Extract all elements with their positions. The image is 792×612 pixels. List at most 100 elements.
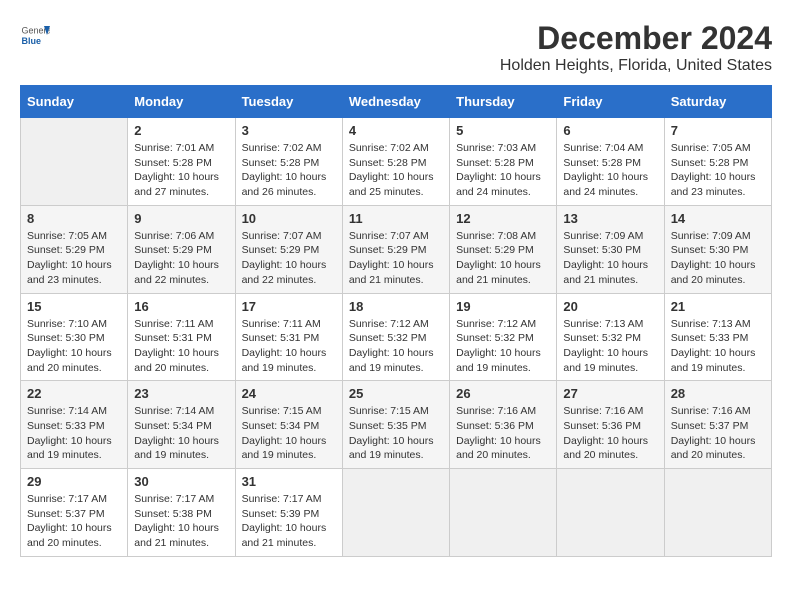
day-cell-11: 11 Sunrise: 7:07 AMSunset: 5:29 PMDayligh… [342,205,449,293]
day-cell-12: 12 Sunrise: 7:08 AMSunset: 5:29 PMDayligh… [450,205,557,293]
day-number: 14 [671,211,765,226]
day-info: Sunrise: 7:17 AMSunset: 5:37 PMDaylight:… [27,492,121,551]
day-info: Sunrise: 7:14 AMSunset: 5:34 PMDaylight:… [134,404,228,463]
day-cell-4: 4Sunrise: 7:02 AMSunset: 5:28 PMDaylight… [342,118,449,206]
title-block: December 2024 Holden Heights, Florida, U… [500,20,772,75]
day-info: Sunrise: 7:02 AMSunset: 5:28 PMDaylight:… [242,141,336,200]
day-cell-17: 17 Sunrise: 7:11 AMSunset: 5:31 PMDayligh… [235,293,342,381]
day-number: 15 [27,299,121,314]
day-number: 5 [456,123,550,138]
day-number: 29 [27,474,121,489]
day-info: Sunrise: 7:15 AMSunset: 5:35 PMDaylight:… [349,404,443,463]
day-info: Sunrise: 7:07 AMSunset: 5:29 PMDaylight:… [349,229,443,288]
day-number: 6 [563,123,657,138]
day-info: Sunrise: 7:09 AMSunset: 5:30 PMDaylight:… [563,229,657,288]
day-cell-14: 14 Sunrise: 7:09 AMSunset: 5:30 PMDayligh… [664,205,771,293]
day-number: 26 [456,386,550,401]
day-info: Sunrise: 7:13 AMSunset: 5:33 PMDaylight:… [671,317,765,376]
day-number: 10 [242,211,336,226]
day-cell-8: 8 Sunrise: 7:05 AMSunset: 5:29 PMDaylight… [21,205,128,293]
empty-cell [557,469,664,557]
day-info: Sunrise: 7:14 AMSunset: 5:33 PMDaylight:… [27,404,121,463]
day-info: Sunrise: 7:09 AMSunset: 5:30 PMDaylight:… [671,229,765,288]
calendar-week-2: 8 Sunrise: 7:05 AMSunset: 5:29 PMDaylight… [21,205,772,293]
day-info: Sunrise: 7:05 AMSunset: 5:28 PMDaylight:… [671,141,765,200]
day-cell-28: 28Sunrise: 7:16 AMSunset: 5:37 PMDayligh… [664,381,771,469]
day-number: 7 [671,123,765,138]
day-info: Sunrise: 7:07 AMSunset: 5:29 PMDaylight:… [242,229,336,288]
calendar-table: SundayMondayTuesdayWednesdayThursdayFrid… [20,85,772,557]
column-header-tuesday: Tuesday [235,86,342,118]
day-number: 25 [349,386,443,401]
day-cell-29: 29 Sunrise: 7:17 AMSunset: 5:37 PMDayligh… [21,469,128,557]
column-header-saturday: Saturday [664,86,771,118]
day-cell-7: 7 Sunrise: 7:05 AMSunset: 5:28 PMDaylight… [664,118,771,206]
calendar-header-row: SundayMondayTuesdayWednesdayThursdayFrid… [21,86,772,118]
calendar-week-4: 22 Sunrise: 7:14 AMSunset: 5:33 PMDayligh… [21,381,772,469]
day-number: 24 [242,386,336,401]
day-cell-15: 15Sunrise: 7:10 AMSunset: 5:30 PMDayligh… [21,293,128,381]
day-number: 8 [27,211,121,226]
day-info: Sunrise: 7:16 AMSunset: 5:36 PMDaylight:… [456,404,550,463]
day-cell-19: 19Sunrise: 7:12 AMSunset: 5:32 PMDayligh… [450,293,557,381]
day-info: Sunrise: 7:01 AMSunset: 5:28 PMDaylight:… [134,141,228,200]
day-cell-10: 10 Sunrise: 7:07 AMSunset: 5:29 PMDayligh… [235,205,342,293]
calendar-week-1: 2 Sunrise: 7:01 AMSunset: 5:28 PMDaylight… [21,118,772,206]
calendar-week-3: 15Sunrise: 7:10 AMSunset: 5:30 PMDayligh… [21,293,772,381]
day-cell-24: 24 Sunrise: 7:15 AMSunset: 5:34 PMDayligh… [235,381,342,469]
column-header-friday: Friday [557,86,664,118]
day-number: 19 [456,299,550,314]
day-info: Sunrise: 7:16 AMSunset: 5:37 PMDaylight:… [671,404,765,463]
empty-cell [342,469,449,557]
location: Holden Heights, Florida, United States [500,57,772,75]
day-number: 3 [242,123,336,138]
day-number: 12 [456,211,550,226]
day-number: 20 [563,299,657,314]
day-cell-5: 5 Sunrise: 7:03 AMSunset: 5:28 PMDaylight… [450,118,557,206]
column-header-monday: Monday [128,86,235,118]
day-number: 13 [563,211,657,226]
day-info: Sunrise: 7:11 AMSunset: 5:31 PMDaylight:… [134,317,228,376]
empty-cell [21,118,128,206]
day-number: 21 [671,299,765,314]
day-cell-22: 22 Sunrise: 7:14 AMSunset: 5:33 PMDayligh… [21,381,128,469]
svg-text:Blue: Blue [22,36,42,46]
day-info: Sunrise: 7:17 AMSunset: 5:38 PMDaylight:… [134,492,228,551]
day-info: Sunrise: 7:08 AMSunset: 5:29 PMDaylight:… [456,229,550,288]
day-cell-21: 21 Sunrise: 7:13 AMSunset: 5:33 PMDayligh… [664,293,771,381]
page-header: General Blue December 2024 Holden Height… [20,20,772,75]
day-number: 17 [242,299,336,314]
day-cell-23: 23 Sunrise: 7:14 AMSunset: 5:34 PMDayligh… [128,381,235,469]
column-header-wednesday: Wednesday [342,86,449,118]
day-info: Sunrise: 7:11 AMSunset: 5:31 PMDaylight:… [242,317,336,376]
day-info: Sunrise: 7:05 AMSunset: 5:29 PMDaylight:… [27,229,121,288]
day-cell-30: 30 Sunrise: 7:17 AMSunset: 5:38 PMDayligh… [128,469,235,557]
logo: General Blue [20,20,50,50]
day-cell-16: 16 Sunrise: 7:11 AMSunset: 5:31 PMDayligh… [128,293,235,381]
day-number: 16 [134,299,228,314]
day-number: 2 [134,123,228,138]
day-info: Sunrise: 7:02 AMSunset: 5:28 PMDaylight:… [349,141,443,200]
day-info: Sunrise: 7:13 AMSunset: 5:32 PMDaylight:… [563,317,657,376]
month-title: December 2024 [500,20,772,57]
day-cell-18: 18Sunrise: 7:12 AMSunset: 5:32 PMDayligh… [342,293,449,381]
column-header-sunday: Sunday [21,86,128,118]
day-cell-3: 3 Sunrise: 7:02 AMSunset: 5:28 PMDaylight… [235,118,342,206]
day-number: 23 [134,386,228,401]
day-number: 11 [349,211,443,226]
day-number: 30 [134,474,228,489]
day-info: Sunrise: 7:15 AMSunset: 5:34 PMDaylight:… [242,404,336,463]
day-cell-27: 27Sunrise: 7:16 AMSunset: 5:36 PMDayligh… [557,381,664,469]
day-cell-26: 26 Sunrise: 7:16 AMSunset: 5:36 PMDayligh… [450,381,557,469]
calendar-week-5: 29 Sunrise: 7:17 AMSunset: 5:37 PMDayligh… [21,469,772,557]
day-number: 22 [27,386,121,401]
day-number: 31 [242,474,336,489]
day-cell-13: 13 Sunrise: 7:09 AMSunset: 5:30 PMDayligh… [557,205,664,293]
day-info: Sunrise: 7:03 AMSunset: 5:28 PMDaylight:… [456,141,550,200]
day-number: 9 [134,211,228,226]
day-cell-6: 6Sunrise: 7:04 AMSunset: 5:28 PMDaylight… [557,118,664,206]
day-cell-2: 2 Sunrise: 7:01 AMSunset: 5:28 PMDaylight… [128,118,235,206]
day-cell-9: 9Sunrise: 7:06 AMSunset: 5:29 PMDaylight… [128,205,235,293]
day-info: Sunrise: 7:16 AMSunset: 5:36 PMDaylight:… [563,404,657,463]
empty-cell [664,469,771,557]
